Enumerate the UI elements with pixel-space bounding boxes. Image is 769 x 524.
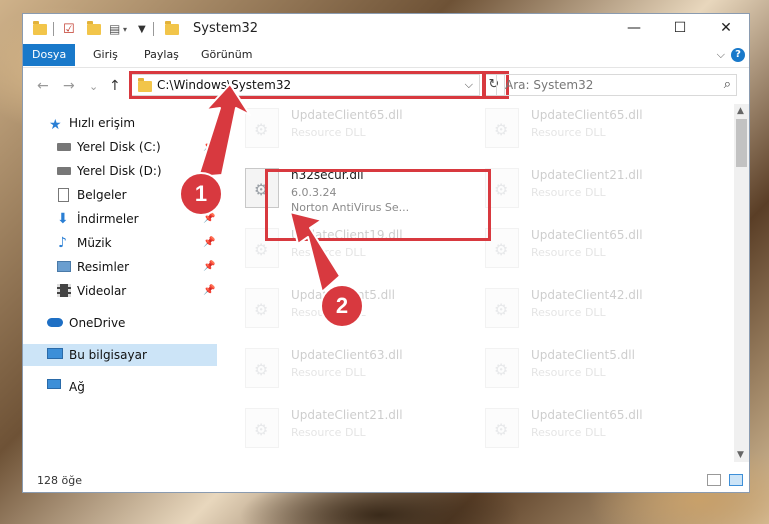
ribbon-tabs: Dosya Giriş Paylaş Görünüm — [23, 44, 749, 66]
dll-file-icon — [485, 108, 519, 148]
customize-icon[interactable]: ▤ — [109, 20, 120, 38]
list-item[interactable]: UpdateClient42.dll Resource DLL — [479, 284, 709, 342]
sidebar-item-quick-access[interactable]: ★ Hızlı erişim — [23, 112, 217, 134]
pin-icon: 📌 — [203, 261, 216, 272]
documents-icon — [58, 188, 69, 202]
window-title: System32 — [193, 21, 259, 36]
close-button[interactable]: ✕ — [703, 14, 749, 44]
list-item[interactable]: UpdateClient65.dll Resource DLL — [479, 404, 709, 462]
help-icon[interactable]: ? — [731, 48, 745, 62]
file-list: UpdateClient65.dll Resource DLL UpdateCl… — [239, 104, 733, 462]
address-highlight-box — [129, 71, 485, 99]
cloud-icon — [47, 318, 63, 327]
list-item[interactable]: UpdateClient65.dll Resource DLL — [479, 104, 709, 162]
properties-icon[interactable]: ☑ — [63, 20, 75, 38]
vertical-scrollbar[interactable]: ▲ ▼ — [734, 104, 749, 462]
tab-gorunum[interactable]: Görünüm — [201, 44, 252, 66]
list-item[interactable]: UpdateClient63.dll Resource DLL — [239, 344, 469, 402]
pin-icon: 📌 — [203, 141, 216, 152]
file-highlight-box — [265, 169, 491, 241]
dll-file-icon — [245, 288, 279, 328]
recent-locations-button[interactable]: ⌄ — [89, 80, 98, 93]
search-icon: ⌕ — [723, 77, 731, 92]
pin-icon: 📌 — [203, 237, 216, 248]
dll-file-icon — [485, 348, 519, 388]
ribbon-expand-button[interactable]: ⌵ — [717, 48, 725, 62]
pin-icon: 📌 — [203, 285, 216, 296]
list-item[interactable]: UpdateClient65.dll Resource DLL — [479, 224, 709, 282]
scroll-down-icon[interactable]: ▼ — [737, 450, 744, 460]
sidebar-item-pictures[interactable]: Resimler 📌 — [23, 256, 217, 278]
status-bar: 128 öğe — [23, 470, 749, 492]
video-icon — [57, 284, 71, 297]
separator — [153, 20, 154, 38]
maximize-button[interactable]: ☐ — [657, 14, 703, 44]
sidebar-item-onedrive[interactable]: OneDrive — [23, 312, 217, 334]
list-item[interactable]: UpdateClient21.dll Resource DLL — [239, 404, 469, 462]
separator — [53, 20, 54, 38]
forward-button[interactable]: → — [63, 78, 75, 94]
step-badge-1: 1 — [179, 172, 223, 216]
sidebar-item-network[interactable]: Ağ — [23, 376, 217, 398]
tab-dosya[interactable]: Dosya — [23, 44, 76, 66]
sidebar-item-this-pc[interactable]: Bu bilgisayar — [23, 344, 217, 366]
details-view-icon[interactable] — [707, 474, 721, 486]
navigation-bar: ← → ⌄ ↑ C:\Windows\System32 ⌵ ↻ Ara: Sys… — [23, 67, 749, 104]
list-item[interactable]: UpdateClient21.dll Resource DLL — [479, 164, 709, 222]
item-count: 128 öğe — [37, 474, 82, 487]
scrollbar-thumb[interactable] — [736, 119, 747, 167]
tab-giris[interactable]: Giriş — [93, 44, 118, 66]
drive-icon — [57, 167, 71, 175]
title-bar: ☑ ▤ ▾ ▼ System32 — ☐ ✕ — [23, 14, 749, 44]
navigation-pane: ★ Hızlı erişim Yerel Disk (C:) 📌 Yerel D… — [23, 104, 217, 462]
scroll-up-icon[interactable]: ▲ — [737, 106, 744, 116]
dll-file-icon — [485, 408, 519, 448]
file-explorer-window: ☑ ▤ ▾ ▼ System32 — ☐ ✕ Dosya Giriş Payla… — [22, 13, 750, 493]
dll-file-icon — [245, 408, 279, 448]
search-placeholder: Ara: System32 — [505, 78, 594, 92]
dll-file-icon — [245, 348, 279, 388]
chevron-down-icon[interactable]: ▾ — [123, 20, 127, 38]
quick-access-folder-icon[interactable] — [33, 20, 47, 38]
back-button[interactable]: ← — [37, 78, 49, 94]
download-icon: ⬇ — [57, 211, 69, 227]
dll-file-icon — [485, 288, 519, 328]
sidebar-item-music[interactable]: ♪ Müzik 📌 — [23, 232, 217, 254]
step-badge-2: 2 — [320, 284, 364, 328]
large-icons-view-icon[interactable] — [729, 474, 743, 486]
sidebar-item-videos[interactable]: Videolar 📌 — [23, 280, 217, 302]
list-item[interactable]: UpdateClient65.dll Resource DLL — [239, 104, 469, 162]
new-folder-icon[interactable] — [87, 20, 101, 38]
pictures-icon — [57, 261, 71, 272]
computer-icon — [47, 348, 63, 359]
minimize-button[interactable]: — — [611, 14, 657, 44]
window-folder-icon — [165, 20, 179, 38]
up-button[interactable]: ↑ — [109, 78, 121, 94]
network-icon — [47, 379, 61, 389]
sidebar-item-disk-c[interactable]: Yerel Disk (C:) 📌 — [23, 136, 217, 158]
list-item[interactable]: UpdateClient5.dll Resource DLL — [479, 344, 709, 402]
dll-file-icon — [245, 108, 279, 148]
drive-icon — [57, 143, 71, 151]
search-input[interactable]: Ara: System32 ⌕ — [496, 74, 737, 96]
star-icon: ★ — [49, 117, 62, 133]
tab-paylas[interactable]: Paylaş — [144, 44, 179, 66]
music-icon: ♪ — [58, 235, 67, 251]
quick-access-toolbar-dropdown[interactable]: ▼ — [138, 20, 146, 38]
